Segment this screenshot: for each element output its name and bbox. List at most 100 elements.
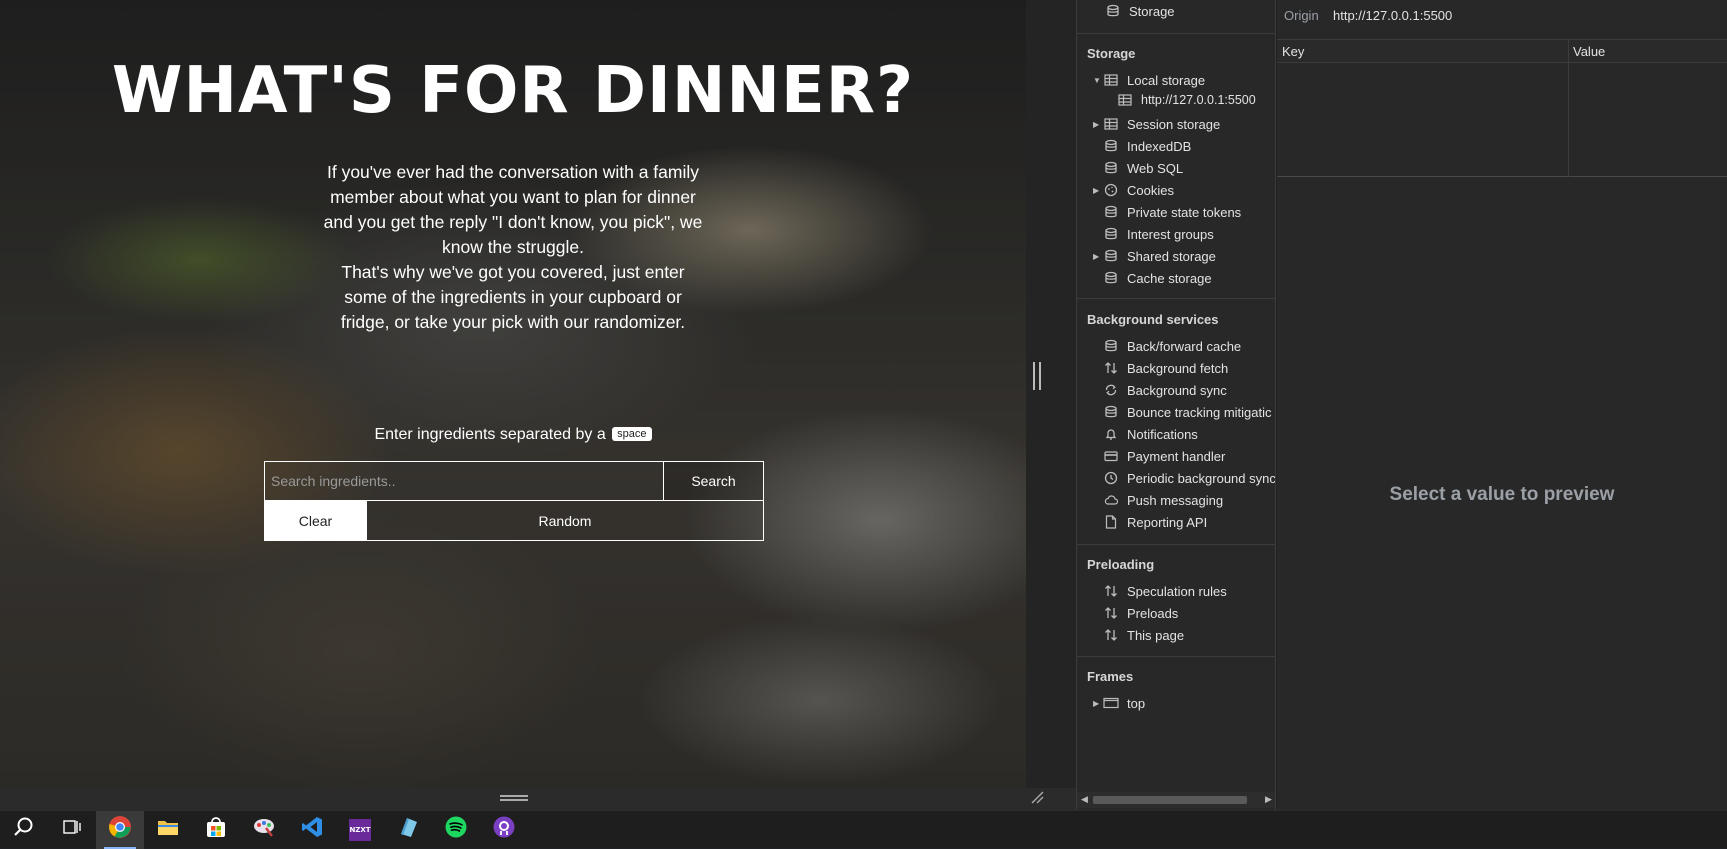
section-title-frames: Frames: [1087, 669, 1134, 684]
sidebar-item-preloads[interactable]: Preloads: [1103, 603, 1178, 623]
taskbar-vscode[interactable]: [288, 811, 336, 849]
sidebar-item-local-origin[interactable]: http://127.0.0.1:5500: [1117, 90, 1256, 110]
sidebar-item-label: Cookies: [1127, 182, 1174, 198]
sidebar-item-label: Periodic background sync: [1127, 470, 1276, 486]
sidebar-item-label: Local storage: [1127, 72, 1206, 88]
taskbar-search-button[interactable]: [0, 811, 48, 849]
sidebar-item-label: Reporting API: [1127, 514, 1208, 530]
panel-splitter[interactable]: [1026, 0, 1076, 788]
taskbar-github-desktop[interactable]: [480, 811, 528, 849]
database-icon: [1103, 339, 1119, 353]
github-desktop-icon: [493, 816, 515, 843]
task-view-button[interactable]: [48, 811, 96, 849]
sidebar-item-indexeddb[interactable]: IndexedDB: [1103, 136, 1191, 156]
expand-arrow-icon[interactable]: ▶: [1093, 186, 1103, 195]
search-button[interactable]: Search: [663, 462, 763, 500]
sidebar-item-label: Notifications: [1127, 426, 1198, 442]
taskbar-paint[interactable]: [240, 811, 288, 849]
taskbar-notepad[interactable]: [384, 811, 432, 849]
key-value-table[interactable]: Key Value: [1277, 40, 1727, 177]
sidebar-item-frame-top[interactable]: ▶ top: [1093, 693, 1145, 713]
ingredient-search-input[interactable]: [265, 462, 663, 500]
taskbar-spotify[interactable]: [432, 811, 480, 849]
scroll-right-icon[interactable]: ▶: [1265, 794, 1272, 805]
clear-button[interactable]: Clear: [265, 501, 366, 540]
card-icon: [1103, 449, 1119, 463]
database-icon: [1105, 4, 1121, 18]
expand-arrow-icon[interactable]: ▶: [1093, 699, 1103, 708]
sidebar-item-session-storage[interactable]: ▶ Session storage: [1093, 114, 1220, 134]
table-icon: [1103, 117, 1119, 131]
page-description: If you've ever had the conversation with…: [318, 160, 708, 335]
sidebar-item-reporting-api[interactable]: Reporting API: [1103, 512, 1207, 532]
taskbar-store[interactable]: [192, 811, 240, 849]
sidebar-item-speculation-rules[interactable]: Speculation rules: [1103, 581, 1227, 601]
expand-arrow-icon[interactable]: ▶: [1093, 120, 1103, 129]
column-header-value[interactable]: Value: [1573, 44, 1605, 59]
sidebar-item-periodic-background-sync[interactable]: Periodic background sync: [1103, 468, 1276, 488]
taskbar-chrome[interactable]: [96, 810, 144, 849]
database-icon: [1103, 405, 1119, 419]
sidebar-item-background-sync[interactable]: Background sync: [1103, 380, 1227, 400]
action-buttons: Clear Random: [264, 501, 764, 541]
sidebar-item-label: Push messaging: [1127, 492, 1224, 508]
application-sidebar: Storage Storage ▼ Local storage http://1…: [1076, 0, 1276, 810]
taskbar-nzxt[interactable]: NZXT: [336, 811, 384, 849]
database-icon: [1103, 227, 1119, 241]
sidebar-horizontal-scrollbar[interactable]: ◀ ▶: [1077, 792, 1275, 808]
frame-icon: [1103, 696, 1119, 710]
sidebar-item-storage-overview[interactable]: Storage: [1105, 1, 1175, 21]
sidebar-item-shared-storage[interactable]: ▶ Shared storage: [1093, 246, 1216, 266]
resize-corner-icon[interactable]: [1030, 790, 1046, 806]
database-icon: [1103, 161, 1119, 175]
cookie-icon: [1103, 183, 1119, 197]
nzxt-icon: NZXT: [349, 818, 371, 841]
sidebar-item-cookies[interactable]: ▶ Cookies: [1093, 180, 1174, 200]
sidebar-item-notifications[interactable]: Notifications: [1103, 424, 1198, 444]
sidebar-item-label: Web SQL: [1127, 160, 1184, 176]
sidebar-item-label: Speculation rules: [1127, 583, 1227, 599]
section-title-preloading: Preloading: [1087, 557, 1155, 572]
scroll-left-icon[interactable]: ◀: [1081, 794, 1088, 805]
sidebar-item-label: Session storage: [1127, 116, 1221, 132]
updown-arrows-icon: [1103, 584, 1119, 598]
description-paragraph-1: If you've ever had the conversation with…: [323, 162, 703, 257]
sidebar-item-label: Shared storage: [1127, 248, 1216, 264]
drawer-resize-grip-icon[interactable]: [500, 795, 528, 801]
sidebar-item-local-storage[interactable]: ▼ Local storage: [1093, 70, 1205, 90]
updown-arrows-icon: [1103, 606, 1119, 620]
table-header: Key Value: [1277, 40, 1727, 63]
space-key-badge: space: [612, 427, 652, 441]
sidebar-item-interest-groups[interactable]: Interest groups: [1103, 224, 1214, 244]
sidebar-item-cache-storage[interactable]: Cache storage: [1103, 268, 1212, 288]
sidebar-item-bounce-tracking[interactable]: Bounce tracking mitigatic: [1103, 402, 1272, 422]
column-header-key[interactable]: Key: [1282, 44, 1304, 59]
updown-arrows-icon: [1103, 628, 1119, 642]
sidebar-item-private-state-tokens[interactable]: Private state tokens: [1103, 202, 1241, 222]
sidebar-item-label: Bounce tracking mitigatic: [1127, 404, 1272, 420]
sidebar-item-web-sql[interactable]: Web SQL: [1103, 158, 1183, 178]
expand-arrow-icon[interactable]: ▶: [1093, 252, 1103, 261]
sidebar-item-background-fetch[interactable]: Background fetch: [1103, 358, 1228, 378]
splitter-grip-icon[interactable]: [1033, 362, 1041, 390]
scrollbar-thumb[interactable]: [1093, 796, 1247, 804]
random-button[interactable]: Random: [366, 501, 763, 540]
sidebar-item-back-forward-cache[interactable]: Back/forward cache: [1103, 336, 1241, 356]
sidebar-item-label: This page: [1127, 627, 1185, 643]
taskbar-file-explorer[interactable]: [144, 811, 192, 849]
page-viewport: WHAT'S FOR DINNER? If you've ever had th…: [0, 0, 1026, 788]
updown-arrows-icon: [1103, 361, 1119, 375]
sidebar-item-label: Cache storage: [1127, 270, 1212, 286]
column-divider[interactable]: [1568, 40, 1569, 177]
expand-arrow-icon[interactable]: ▼: [1093, 76, 1103, 85]
database-icon: [1103, 249, 1119, 263]
sidebar-item-payment-handler[interactable]: Payment handler: [1103, 446, 1225, 466]
storage-detail-pane: Origin http://127.0.0.1:5500 Key Value S…: [1277, 0, 1727, 810]
clock-icon: [1103, 471, 1119, 485]
sidebar-item-this-page[interactable]: This page: [1103, 625, 1184, 645]
origin-row: Origin http://127.0.0.1:5500: [1277, 0, 1727, 40]
database-icon: [1103, 205, 1119, 219]
sidebar-item-push-messaging[interactable]: Push messaging: [1103, 490, 1223, 510]
sidebar-item-label: Background sync: [1127, 382, 1227, 398]
task-view-icon: [62, 818, 82, 841]
